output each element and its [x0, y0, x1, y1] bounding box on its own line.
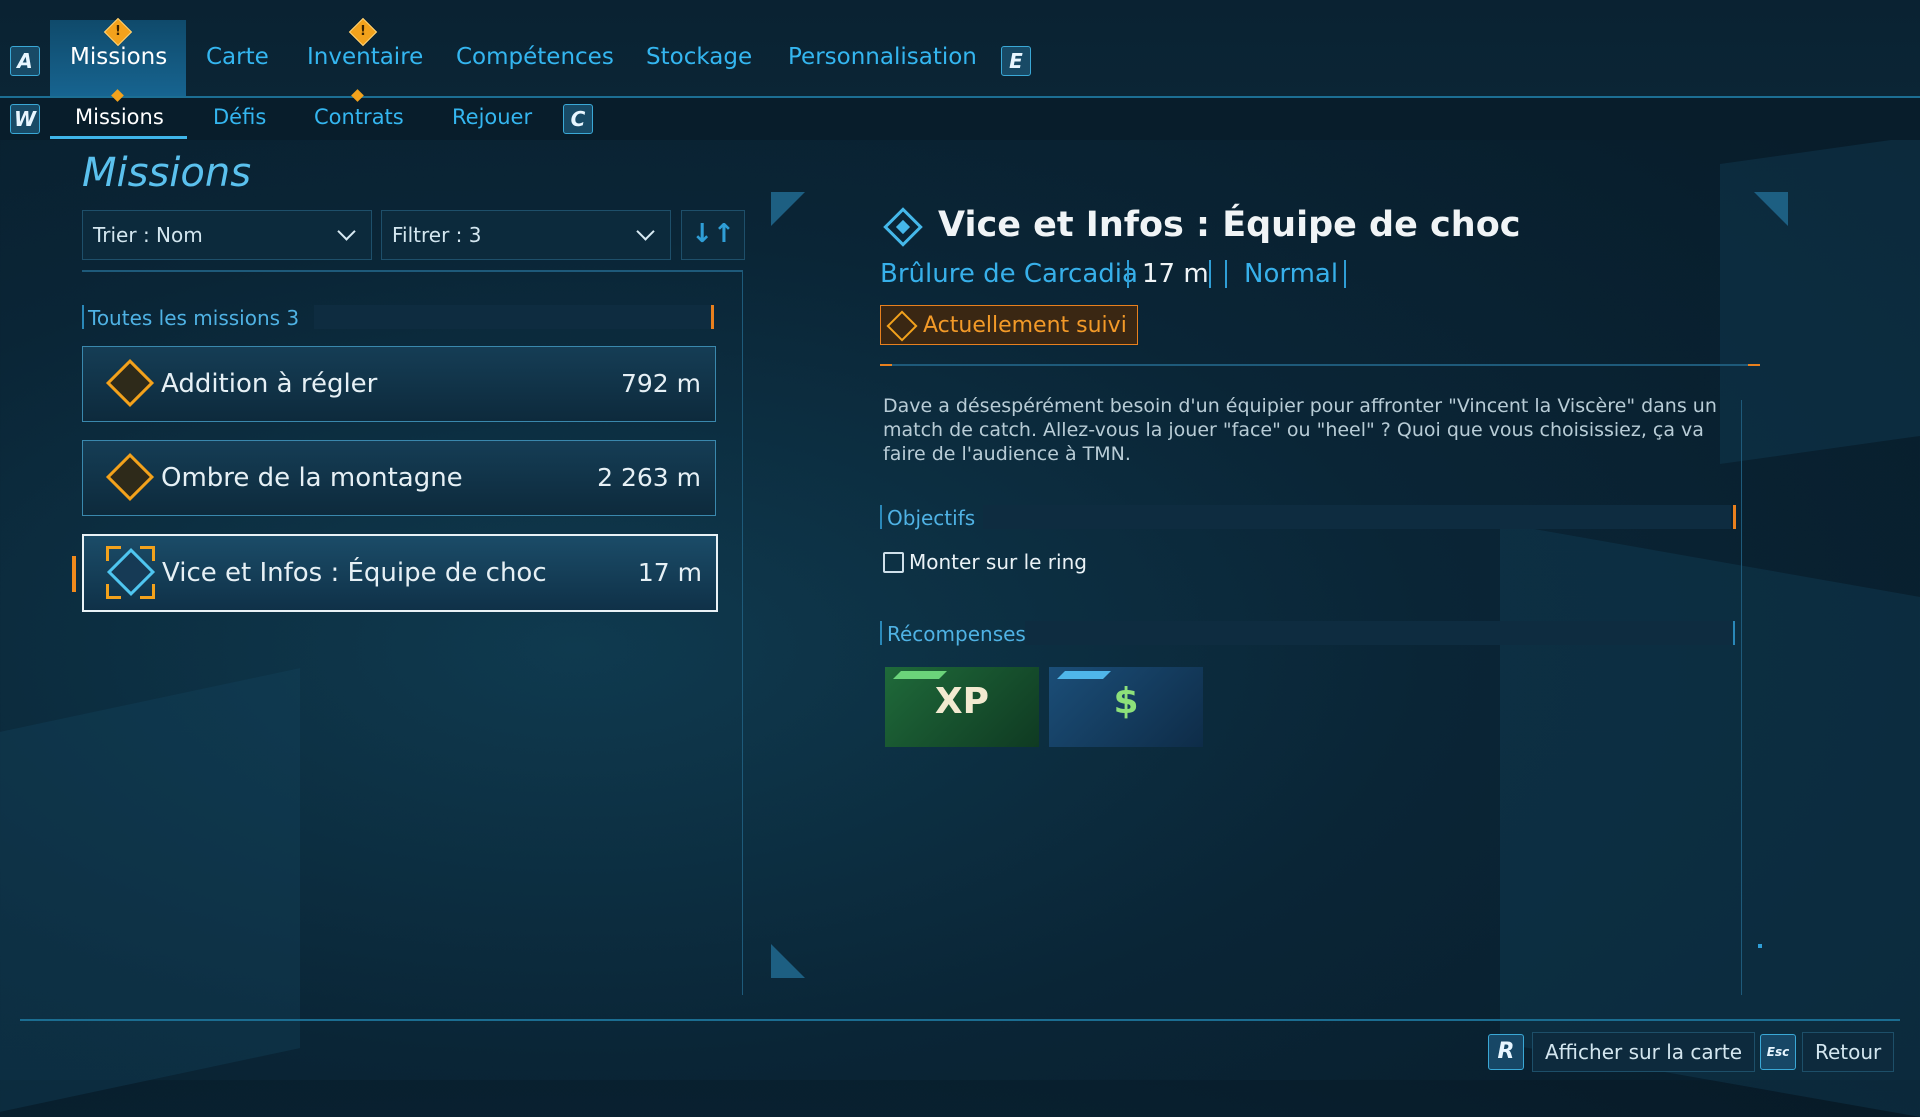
- tracked-status-badge: Actuellement suivi: [880, 305, 1138, 345]
- mission-difficulty: Normal: [1244, 259, 1339, 289]
- detail-scroll-track: [1741, 400, 1742, 995]
- prev-subtab-key[interactable]: W: [10, 104, 40, 134]
- chevron-down-icon: [636, 222, 655, 241]
- subtab-defis[interactable]: Défis: [213, 105, 266, 129]
- reward-xp[interactable]: XP: [885, 667, 1039, 747]
- tab-missions[interactable]: Missions: [70, 44, 167, 70]
- chevron-down-icon: [337, 222, 356, 241]
- background-shard: [1720, 135, 1920, 465]
- mission-item-vice-et-infos[interactable]: Vice et Infos : Équipe de choc 17 m: [82, 534, 718, 612]
- divider-accent: [1748, 364, 1760, 366]
- page-title: Missions: [82, 150, 252, 196]
- mission-description: Dave a désespérément besoin d'un équipie…: [883, 395, 1717, 465]
- objective-label: Monter sur le ring: [909, 550, 1087, 574]
- mission-distance: 17 m: [637, 558, 702, 587]
- subtab-missions[interactable]: Missions: [75, 105, 164, 129]
- eddies-icon: $: [1113, 681, 1139, 722]
- frame-dot: [1758, 944, 1762, 948]
- back-button[interactable]: Retour: [1802, 1032, 1895, 1072]
- frame-corner: [1754, 192, 1788, 226]
- section-header-all-missions: Toutes les missions 3: [82, 305, 716, 330]
- sort-label: Trier : Nom: [93, 223, 203, 247]
- tracked-corner: [140, 546, 155, 561]
- panel-scroll-track: [742, 270, 743, 995]
- divider: [880, 364, 1760, 366]
- tab-carte[interactable]: Carte: [206, 44, 269, 70]
- section-label: Toutes les missions 3: [88, 306, 300, 330]
- background-shard: [0, 668, 300, 1112]
- subtab-rejouer[interactable]: Rejouer: [452, 105, 532, 129]
- mission-item-addition[interactable]: Addition à régler 792 m: [82, 346, 716, 422]
- mission-title: Vice et Infos : Équipe de choc: [938, 205, 1521, 245]
- mission-distance: 17 m: [1142, 259, 1209, 289]
- mission-name: Ombre de la montagne: [161, 463, 463, 493]
- divider: [1225, 260, 1227, 288]
- filter-dropdown[interactable]: Filtrer : 3: [381, 210, 671, 260]
- show-on-map-key[interactable]: R: [1488, 1034, 1524, 1070]
- tracked-corner: [106, 584, 121, 599]
- mission-location: Brûlure de Carcadia: [880, 259, 1138, 289]
- divider: [82, 270, 742, 272]
- frame-corner: [771, 192, 805, 226]
- sub-navigation: [0, 98, 1920, 140]
- filter-label: Filtrer : 3: [392, 223, 482, 247]
- back-key[interactable]: Esc: [1760, 1034, 1796, 1070]
- reward-eddies[interactable]: $: [1049, 667, 1203, 747]
- objective-checkbox: [883, 552, 904, 573]
- footer-divider: [20, 1019, 1900, 1021]
- selection-marker: [72, 556, 76, 592]
- next-subtab-key[interactable]: C: [563, 104, 593, 134]
- mission-distance: 2 263 m: [597, 463, 701, 492]
- tab-stockage[interactable]: Stockage: [646, 44, 752, 70]
- show-on-map-button[interactable]: Afficher sur la carte: [1532, 1032, 1756, 1072]
- sort-dropdown[interactable]: Trier : Nom: [82, 210, 372, 260]
- objectives-label: Objectifs: [887, 506, 976, 530]
- gig-diamond-icon: [105, 452, 155, 502]
- active-subtab-underline: [50, 136, 187, 139]
- tracked-corner: [140, 584, 155, 599]
- mission-name: Vice et Infos : Équipe de choc: [162, 558, 547, 588]
- divider: [1209, 260, 1211, 288]
- mission-type-icon: [883, 207, 923, 247]
- background-shard: [1500, 522, 1920, 1117]
- prev-tab-key[interactable]: A: [10, 46, 40, 76]
- reward-tier-icon: [893, 671, 947, 679]
- tab-competences[interactable]: Compétences: [456, 44, 614, 70]
- sort-order-button[interactable]: ↓↑: [681, 210, 745, 260]
- tab-inventaire[interactable]: Inventaire: [307, 44, 423, 70]
- tab-personnalisation[interactable]: Personnalisation: [788, 44, 977, 70]
- xp-icon: XP: [934, 681, 990, 722]
- tracked-icon: [886, 310, 918, 342]
- section-header-rewards: Récompenses: [880, 621, 1736, 646]
- subtab-contrats[interactable]: Contrats: [314, 105, 404, 129]
- tracked-status-text: Actuellement suivi: [923, 313, 1127, 338]
- rewards-label: Récompenses: [887, 622, 1026, 646]
- next-tab-key[interactable]: E: [1001, 46, 1031, 76]
- divider: [1344, 260, 1346, 288]
- frame-corner: [771, 944, 805, 978]
- mission-distance: 792 m: [620, 369, 701, 398]
- section-header-objectives: Objectifs: [880, 505, 1736, 530]
- gig-diamond-icon: [105, 358, 155, 408]
- mission-item-ombre[interactable]: Ombre de la montagne 2 263 m: [82, 440, 716, 516]
- divider-accent: [880, 364, 892, 366]
- mission-name: Addition à régler: [161, 369, 378, 399]
- reward-tier-icon: [1057, 671, 1111, 679]
- divider: [1127, 260, 1129, 288]
- tracked-corner: [106, 546, 121, 561]
